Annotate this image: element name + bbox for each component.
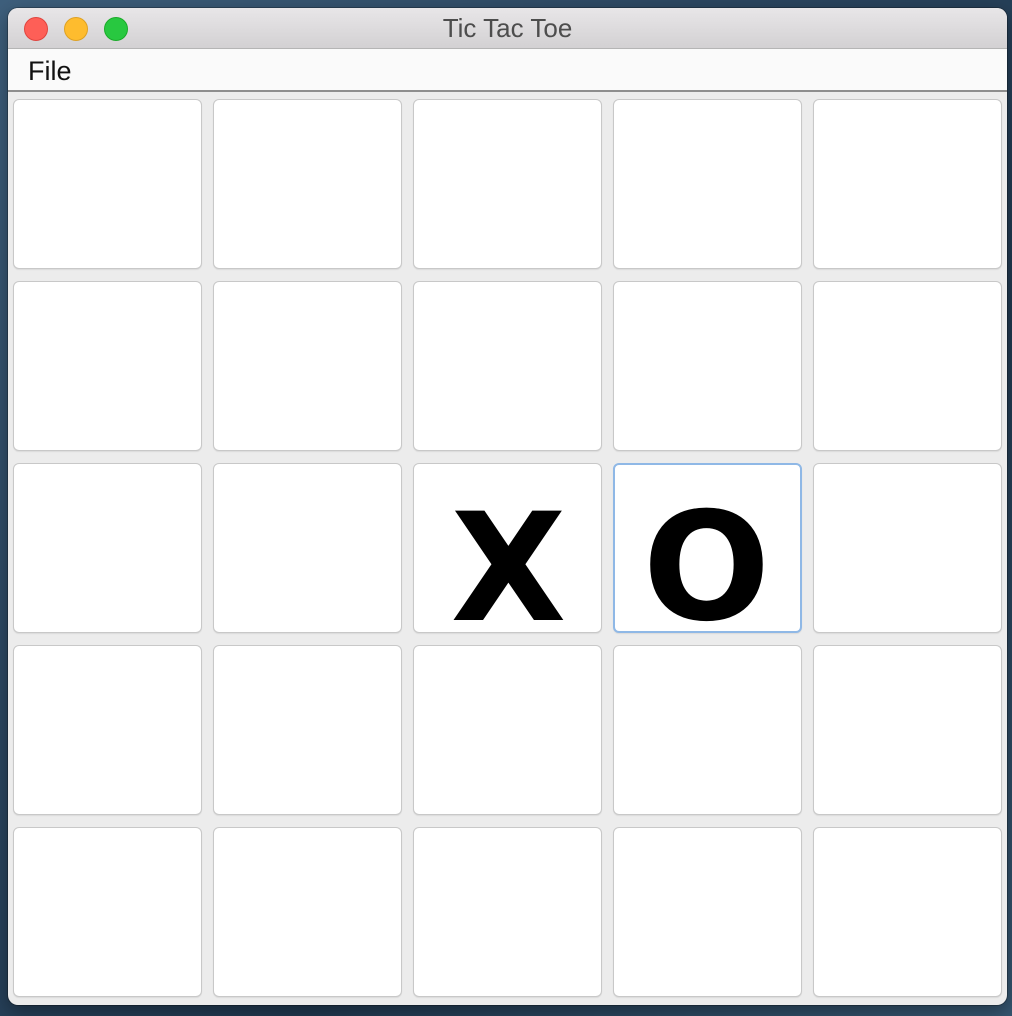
board-cell-r2-c2[interactable]: X xyxy=(413,463,602,633)
board-cell-r3-c1[interactable] xyxy=(213,645,402,815)
menu-bar: File xyxy=(8,49,1007,92)
board-cell-r2-c1[interactable] xyxy=(213,463,402,633)
board-cell-r1-c0[interactable] xyxy=(13,281,202,451)
board-cell-r1-c1[interactable] xyxy=(213,281,402,451)
board-cell-r2-c3[interactable]: O xyxy=(613,463,802,633)
board-cell-r1-c3[interactable] xyxy=(613,281,802,451)
cell-mark-o: O xyxy=(642,481,771,633)
board-cell-r3-c0[interactable] xyxy=(13,645,202,815)
board-cell-r4-c1[interactable] xyxy=(213,827,402,997)
board-cell-r1-c4[interactable] xyxy=(813,281,1002,451)
board-cell-r1-c2[interactable] xyxy=(413,281,602,451)
board-cell-r4-c4[interactable] xyxy=(813,827,1002,997)
board-cell-r0-c1[interactable] xyxy=(213,99,402,269)
minimize-window-icon[interactable] xyxy=(64,17,88,41)
board-cell-r4-c2[interactable] xyxy=(413,827,602,997)
app-window: Tic Tac Toe File X O xyxy=(8,8,1007,1005)
menu-file[interactable]: File xyxy=(26,49,74,90)
board-cell-r3-c2[interactable] xyxy=(413,645,602,815)
board-cell-r4-c3[interactable] xyxy=(613,827,802,997)
title-bar[interactable]: Tic Tac Toe xyxy=(8,8,1007,49)
board-cell-r4-c0[interactable] xyxy=(13,827,202,997)
cell-mark-x: X xyxy=(450,482,567,633)
board-cell-r3-c4[interactable] xyxy=(813,645,1002,815)
board-cell-r2-c4[interactable] xyxy=(813,463,1002,633)
board-cell-r3-c3[interactable] xyxy=(613,645,802,815)
board-cell-r0-c2[interactable] xyxy=(413,99,602,269)
board-cell-r0-c4[interactable] xyxy=(813,99,1002,269)
board-cell-r0-c0[interactable] xyxy=(13,99,202,269)
zoom-window-icon[interactable] xyxy=(104,17,128,41)
close-window-icon[interactable] xyxy=(24,17,48,41)
game-board: X O xyxy=(13,99,1003,997)
board-cell-r2-c0[interactable] xyxy=(13,463,202,633)
board-cell-r0-c3[interactable] xyxy=(613,99,802,269)
window-title: Tic Tac Toe xyxy=(442,13,573,43)
